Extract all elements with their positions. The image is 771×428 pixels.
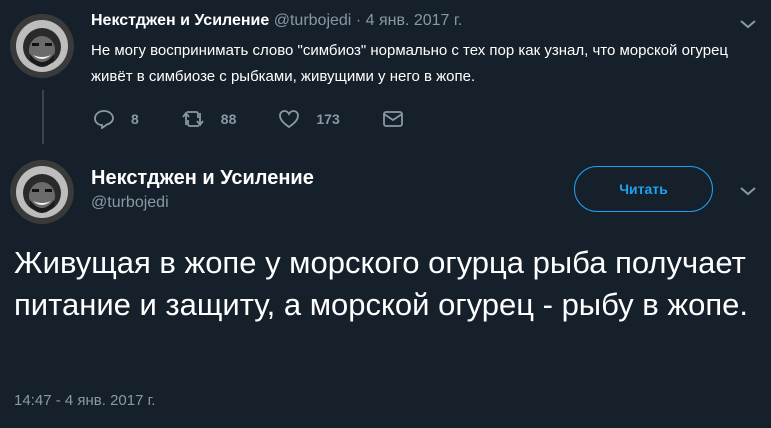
author-name[interactable]: Некстджен и Усиление	[91, 167, 314, 190]
like-action[interactable]: 173	[278, 109, 345, 129]
retweet-count: 88	[220, 111, 237, 127]
like-count: 173	[316, 111, 340, 127]
like-icon	[279, 110, 300, 129]
message-icon	[382, 111, 403, 127]
author-handle[interactable]: @turbojedi	[91, 194, 169, 212]
tweet-text: Живущая в жопе у морского огурца рыба по…	[14, 245, 748, 322]
reply-action[interactable]: 8	[93, 109, 145, 129]
avatar[interactable]	[10, 14, 74, 78]
tweet-actions: 8 88 173	[93, 109, 440, 129]
meta-separator: ·	[355, 12, 362, 29]
reply-icon	[94, 110, 114, 129]
chevron-down-icon[interactable]	[739, 18, 757, 30]
tweet-text: Не могу воспринимать слово "симбиоз" нор…	[91, 42, 729, 85]
chevron-down-icon[interactable]	[739, 185, 757, 197]
follow-button[interactable]: Читать	[574, 166, 713, 212]
thread-line	[42, 90, 44, 144]
tweet-date[interactable]: 4 янв. 2017 г.	[366, 12, 463, 29]
tweet-header: Некстджен и Усиление @turbojedi · 4 янв.…	[91, 12, 462, 30]
message-action[interactable]	[382, 110, 420, 128]
avatar[interactable]	[10, 160, 74, 224]
retweet-icon	[182, 111, 204, 127]
tweet-timestamp[interactable]: 14:47 - 4 янв. 2017 г.	[14, 392, 155, 409]
retweet-action[interactable]: 88	[181, 110, 243, 128]
author-handle[interactable]: @turbojedi	[274, 12, 352, 29]
author-name[interactable]: Некстджен и Усиление	[91, 12, 269, 29]
reply-count: 8	[131, 111, 139, 127]
